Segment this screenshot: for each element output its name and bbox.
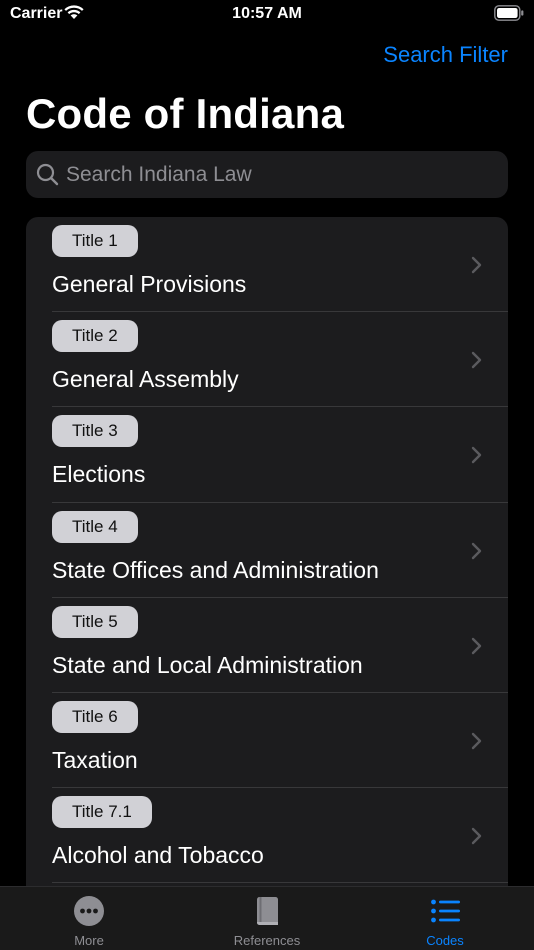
tab-label: Codes — [426, 933, 464, 948]
clock: 10:57 AM — [232, 5, 302, 22]
search-filter-button[interactable]: Search Filter — [383, 42, 508, 68]
list-item-title-7-1[interactable]: Title 7.1 Alcohol and Tobacco — [26, 788, 508, 884]
list-item-title-5[interactable]: Title 5 State and Local Administration — [26, 598, 508, 693]
list-icon — [431, 899, 460, 923]
title-badge: Title 4 — [52, 510, 138, 543]
title-badge: Title 1 — [52, 225, 138, 257]
chevron-right-icon — [471, 351, 482, 369]
tab-bar: More References Codes — [0, 886, 534, 950]
list-item-title-1[interactable]: Title 1 General Provisions — [26, 217, 508, 313]
title-list: Title 1 General Provisions Title 2 Gener… — [26, 217, 508, 917]
chevron-right-icon — [471, 637, 482, 654]
tab-label: More — [74, 933, 104, 948]
title-badge: Title 6 — [52, 700, 138, 733]
title-name: General Assembly — [52, 366, 239, 393]
book-icon — [257, 897, 278, 925]
title-name: Taxation — [52, 746, 138, 773]
search-bar[interactable] — [26, 151, 508, 198]
row-divider — [52, 882, 508, 884]
status-bar: Carrier 10:57 AM — [0, 0, 534, 30]
title-badge: Title 2 — [52, 320, 138, 353]
tab-codes[interactable]: Codes — [356, 887, 534, 950]
list-item-title-2[interactable]: Title 2 General Assembly — [26, 312, 508, 408]
list-item-title-3[interactable]: Title 3 Elections — [26, 407, 508, 503]
search-input[interactable] — [66, 151, 496, 198]
title-name: State Offices and Administration — [52, 556, 379, 583]
tab-references[interactable]: References — [178, 887, 356, 950]
tab-label: References — [233, 933, 301, 948]
search-icon — [36, 163, 59, 186]
title-name: Alcohol and Tobacco — [52, 842, 264, 869]
list-item-title-4[interactable]: Title 4 State Offices and Administration — [26, 503, 508, 598]
page-title: Code of Indiana — [26, 90, 344, 137]
screen: Carrier 10:57 AM Search Filter Code of I… — [0, 0, 534, 950]
list-item-title-6[interactable]: Title 6 Taxation — [26, 693, 508, 789]
chevron-right-icon — [471, 256, 482, 274]
battery-icon — [494, 5, 524, 21]
title-badge: Title 3 — [52, 415, 138, 448]
title-name: State and Local Administration — [52, 651, 363, 678]
title-badge: Title 5 — [52, 605, 138, 638]
chevron-right-icon — [471, 447, 482, 464]
ellipsis-circle-icon — [74, 896, 104, 926]
chevron-right-icon — [471, 827, 482, 845]
chevron-right-icon — [471, 542, 482, 559]
title-badge: Title 7.1 — [52, 796, 152, 829]
chevron-right-icon — [471, 732, 482, 750]
tab-more[interactable]: More — [0, 887, 178, 950]
title-name: General Provisions — [52, 271, 247, 297]
title-name: Elections — [52, 461, 146, 488]
